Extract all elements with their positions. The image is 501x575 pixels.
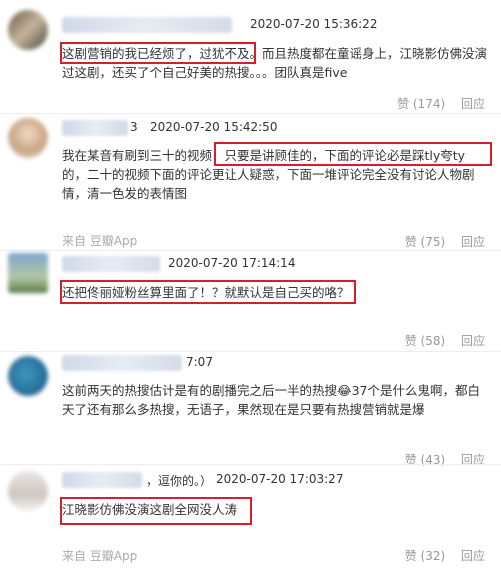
username-suffix: ，逗你的。） xyxy=(146,474,213,488)
username[interactable] xyxy=(62,472,142,488)
comment-item: 2020-07-20 17:14:14 还把佟丽娅粉丝算里面了！？就默认是自己买… xyxy=(0,251,501,351)
username[interactable] xyxy=(62,17,232,33)
avatar[interactable] xyxy=(8,10,48,50)
avatar[interactable] xyxy=(8,471,48,511)
comment-time: 2020-07-20 15:36:22 xyxy=(250,17,378,31)
avatar[interactable] xyxy=(8,356,48,396)
comment-item: 3 2020-07-20 15:42:50 我在某音有刷到三十的视频，只要是讲顾… xyxy=(0,114,501,249)
comment-text: 这前两天的热搜估计是有的剧播完之后一半的热搜😂37个是什么鬼啊，都白天了还有那么… xyxy=(62,383,481,417)
comment-actions: 赞 (32) 回应 xyxy=(393,547,485,564)
username-suffix: 3 xyxy=(130,120,138,134)
highlight-box xyxy=(60,497,252,525)
like-button[interactable]: 赞 (174) xyxy=(397,97,445,111)
highlight-box xyxy=(214,142,492,166)
comment-time: 2020-07-20 17:03:27 xyxy=(216,472,344,486)
like-button[interactable]: 赞 (75) xyxy=(405,235,445,249)
comment-time: 2020-07-20 17:14:14 xyxy=(168,256,296,270)
username[interactable] xyxy=(62,355,182,371)
reply-button[interactable]: 回应 xyxy=(461,334,485,348)
highlight-box xyxy=(60,42,256,64)
comment-actions: 赞 (174) 回应 xyxy=(385,95,485,112)
reply-button[interactable]: 回应 xyxy=(461,97,485,111)
highlight-box xyxy=(60,280,356,304)
username-suffix: 7:07 xyxy=(186,355,213,369)
avatar[interactable] xyxy=(8,253,48,293)
comment-actions: 赞 (58) 回应 xyxy=(393,332,485,349)
like-button[interactable]: 赞 (58) xyxy=(405,334,445,348)
comment-item: ，逗你的。） 2020-07-20 17:03:27 江晓影仿佛没演这剧全网没人… xyxy=(0,465,501,575)
comment-source: 来自 豆瓣App xyxy=(62,234,138,248)
comment-actions: 赞 (75) 回应 xyxy=(393,233,485,250)
avatar[interactable] xyxy=(8,118,48,158)
comment-source: 来自 豆瓣App xyxy=(62,549,138,563)
username[interactable] xyxy=(62,256,160,272)
username[interactable] xyxy=(62,120,128,136)
comment-item: 7:07 这前两天的热搜估计是有的剧播完之后一半的热搜😂37个是什么鬼啊，都白天… xyxy=(0,352,501,467)
like-button[interactable]: 赞 (32) xyxy=(405,549,445,563)
comment-time: 2020-07-20 15:42:50 xyxy=(150,120,278,134)
comment-item: 2020-07-20 15:36:22 这剧营销的我已经烦了，过犹不及。而且热度… xyxy=(0,0,501,113)
reply-button[interactable]: 回应 xyxy=(461,549,485,563)
reply-button[interactable]: 回应 xyxy=(461,235,485,249)
